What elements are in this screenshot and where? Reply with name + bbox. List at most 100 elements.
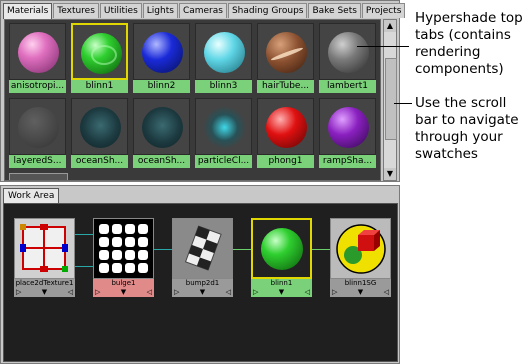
tab-utilities[interactable]: Utilities bbox=[99, 3, 142, 18]
node-place2d[interactable]: place2dTexture1 ▷ ▼ ◁ bbox=[14, 218, 75, 297]
material-sphere-icon bbox=[142, 107, 183, 148]
node-port-bar: ▷ ▼ ◁ bbox=[172, 287, 233, 297]
tab-lights[interactable]: Lights bbox=[142, 3, 178, 18]
node-preview bbox=[172, 218, 233, 279]
swatch-7[interactable]: oceanSh... bbox=[71, 98, 128, 171]
tab-materials[interactable]: Materials bbox=[3, 3, 53, 19]
scroll-up-arrow-icon[interactable]: ▲ bbox=[384, 20, 396, 32]
work-area-panel: Work Area place2dTexture1 ▷ ▼ ◁ bulge1 ▷ ▼ ◁ bum… bbox=[0, 185, 400, 364]
bump-icon bbox=[184, 225, 222, 271]
node-preview bbox=[93, 218, 154, 279]
swatch-preview bbox=[257, 23, 314, 80]
node-label: bulge1 bbox=[93, 279, 154, 287]
expand-node-icon[interactable]: ▼ bbox=[40, 287, 49, 297]
swatch-1[interactable]: blinn1 bbox=[71, 23, 128, 96]
expand-node-icon[interactable]: ▼ bbox=[119, 287, 128, 297]
material-sphere-icon bbox=[204, 32, 245, 73]
expand-node-icon[interactable]: ▼ bbox=[198, 287, 207, 297]
tab-shading-groups[interactable]: Shading Groups bbox=[227, 3, 308, 18]
output-port-icon[interactable]: ◁ bbox=[224, 287, 233, 297]
material-sphere-icon bbox=[142, 32, 183, 73]
node-label: bump2d1 bbox=[172, 279, 233, 287]
material-sphere-icon bbox=[80, 107, 121, 148]
input-port-icon[interactable]: ▷ bbox=[93, 287, 102, 297]
output-port-icon[interactable]: ◁ bbox=[66, 287, 75, 297]
tab-textures[interactable]: Textures bbox=[53, 3, 99, 18]
node-connection-line bbox=[154, 249, 172, 250]
swatch-preview bbox=[257, 98, 314, 155]
input-port-icon[interactable]: ▷ bbox=[330, 287, 339, 297]
swatch-4[interactable]: hairTube... bbox=[257, 23, 314, 96]
output-port-icon[interactable]: ◁ bbox=[382, 287, 391, 297]
swatch-preview bbox=[195, 23, 252, 80]
node-connection-line bbox=[75, 234, 93, 235]
node-bulge[interactable]: bulge1 ▷ ▼ ◁ bbox=[93, 218, 154, 297]
swatch-5[interactable]: lambert1 bbox=[319, 23, 376, 96]
expand-node-icon[interactable]: ▼ bbox=[277, 287, 286, 297]
hypershade-top-panel: Materials Textures Utilities Lights Cameras S… bbox=[0, 0, 406, 182]
material-sphere-icon bbox=[328, 107, 369, 148]
swatch-preview bbox=[9, 98, 66, 155]
swatch-0[interactable]: anisotropi... bbox=[9, 23, 66, 96]
hair-highlight-icon bbox=[270, 46, 304, 62]
swatch-label: blinn2 bbox=[133, 80, 190, 93]
shading-group-icon bbox=[336, 224, 386, 274]
expand-node-icon[interactable]: ▼ bbox=[356, 287, 365, 297]
node-bump[interactable]: bump2d1 ▷ ▼ ◁ bbox=[172, 218, 233, 297]
node-preview bbox=[251, 218, 312, 279]
output-port-icon[interactable]: ◁ bbox=[145, 287, 154, 297]
bulge-texture-icon bbox=[99, 224, 148, 273]
swatch-3[interactable]: blinn3 bbox=[195, 23, 252, 96]
node-sg[interactable]: blinn1SG ▷ ▼ ◁ bbox=[330, 218, 391, 297]
swatch-8[interactable]: oceanSh... bbox=[133, 98, 190, 171]
work-area-canvas[interactable]: place2dTexture1 ▷ ▼ ◁ bulge1 ▷ ▼ ◁ bump2d1 ▷ ▼ ◁ bli… bbox=[3, 203, 398, 362]
node-connection-line bbox=[233, 249, 251, 250]
swatch-partial bbox=[9, 173, 68, 180]
tabs-leader-line bbox=[357, 46, 409, 47]
swatch-6[interactable]: layeredS... bbox=[9, 98, 66, 171]
node-green[interactable]: blinn1 ▷ ▼ ◁ bbox=[251, 218, 312, 297]
tab-bake-sets[interactable]: Bake Sets bbox=[308, 3, 361, 18]
material-sphere-icon bbox=[261, 228, 303, 270]
swatch-9[interactable]: particleCl... bbox=[195, 98, 252, 171]
swatch-label: hairTube... bbox=[257, 80, 314, 93]
scroll-leader-line bbox=[394, 103, 412, 104]
swatch-preview bbox=[195, 98, 252, 155]
scroll-thumb[interactable] bbox=[385, 58, 397, 140]
place2d-icon bbox=[20, 224, 68, 272]
input-port-icon[interactable]: ▷ bbox=[251, 287, 260, 297]
scroll-down-arrow-icon[interactable]: ▼ bbox=[384, 168, 396, 180]
node-connection-line bbox=[312, 249, 330, 250]
input-port-icon[interactable]: ▷ bbox=[172, 287, 181, 297]
swatch-label: lambert1 bbox=[319, 80, 376, 93]
swatch-scrollbar[interactable]: ▲ ▼ bbox=[383, 19, 397, 181]
material-sphere-icon bbox=[266, 32, 307, 73]
input-port-icon[interactable]: ▷ bbox=[14, 287, 23, 297]
material-sphere-icon bbox=[81, 33, 122, 74]
material-sphere-icon bbox=[18, 32, 59, 73]
swatch-2[interactable]: blinn2 bbox=[133, 23, 190, 96]
tab-projects[interactable]: Projects bbox=[361, 3, 406, 18]
swatch-11[interactable]: rampSha... bbox=[319, 98, 376, 171]
swatch-label: layeredS... bbox=[9, 155, 66, 168]
node-port-bar: ▷ ▼ ◁ bbox=[93, 287, 154, 297]
tab-work-area[interactable]: Work Area bbox=[3, 188, 60, 203]
swatch-label: particleCl... bbox=[195, 155, 252, 168]
tab-cameras[interactable]: Cameras bbox=[178, 3, 227, 18]
particle-cloud-icon bbox=[204, 107, 245, 148]
node-connection-line bbox=[75, 266, 93, 267]
hypershade-tabs: Materials Textures Utilities Lights Cameras S… bbox=[3, 3, 406, 19]
node-port-bar: ▷ ▼ ◁ bbox=[251, 287, 312, 297]
material-sphere-icon bbox=[18, 107, 59, 148]
swatch-preview bbox=[133, 23, 190, 80]
output-port-icon[interactable]: ◁ bbox=[303, 287, 312, 297]
swatch-label: rampSha... bbox=[319, 155, 376, 168]
node-label: place2dTexture1 bbox=[14, 279, 75, 287]
bump-pattern-icon bbox=[91, 45, 117, 65]
swatch-10[interactable]: phong1 bbox=[257, 98, 314, 171]
swatch-preview bbox=[71, 98, 128, 155]
material-sphere-icon bbox=[266, 107, 307, 148]
node-port-bar: ▷ ▼ ◁ bbox=[14, 287, 75, 297]
node-port-bar: ▷ ▼ ◁ bbox=[330, 287, 391, 297]
swatch-label: blinn1 bbox=[71, 80, 128, 93]
